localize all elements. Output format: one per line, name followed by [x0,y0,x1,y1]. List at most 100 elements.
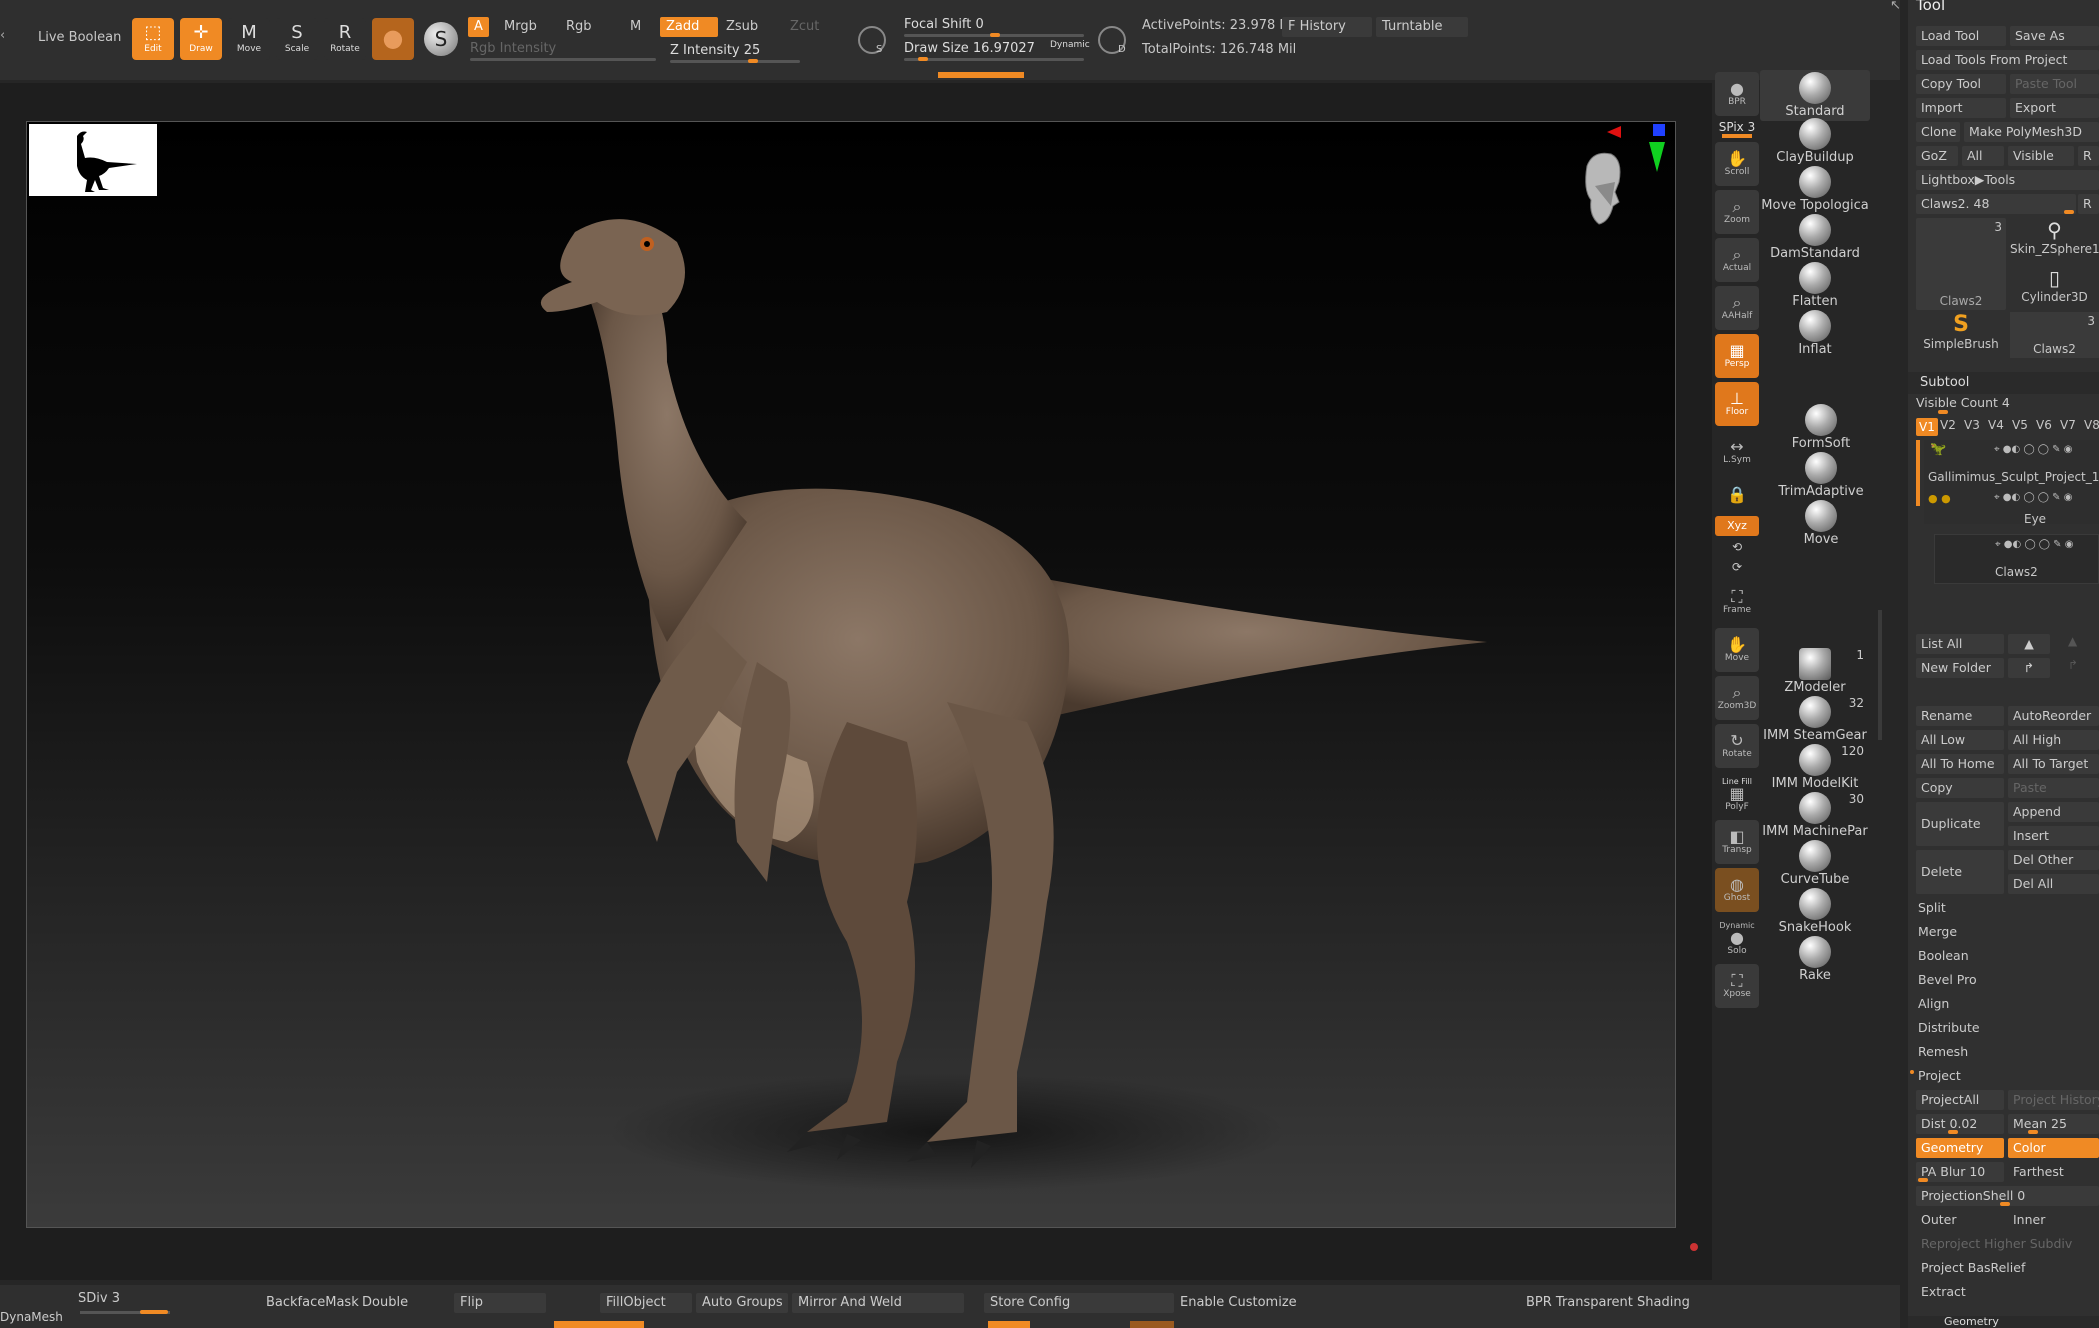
import-button[interactable]: Import [1916,98,2006,118]
append-button[interactable]: Append [2008,802,2099,822]
move-down-icon[interactable]: ▲ [2068,634,2077,648]
rgb-intensity-slider[interactable]: Rgb Intensity [464,40,556,58]
material-button[interactable]: ● [372,18,414,60]
brush-flatten[interactable]: Flatten [1760,262,1870,309]
remesh-section[interactable]: Remesh [1918,1044,1968,1059]
copy-tool-button[interactable]: Copy Tool [1916,74,2006,94]
load-tools-from-project-button[interactable]: Load Tools From Project [1916,50,2099,70]
xyz-toggle[interactable]: Xyz [1715,516,1759,536]
brush-imm-modelkit[interactable]: 120 IMM ModelKit [1760,744,1870,791]
flip-button[interactable]: Flip [454,1293,546,1313]
version-v4[interactable]: V4 [1988,418,2004,432]
enable-customize-toggle[interactable]: Enable Customize [1180,1293,1297,1313]
version-v5[interactable]: V5 [2012,418,2028,432]
del-all-button[interactable]: Del All [2008,874,2099,894]
transp-button[interactable]: ◧ Transp [1715,820,1759,864]
zsub-toggle[interactable]: Zsub [720,17,764,37]
split-section[interactable]: Split [1918,900,1946,915]
subtool-section-header[interactable]: Subtool [1908,372,2099,394]
dist-knob[interactable] [1948,1130,1958,1134]
brush-imm-steamgear[interactable]: 32 IMM SteamGear [1760,696,1870,743]
brush-zmodeler[interactable]: 1 ZModeler [1760,648,1870,695]
sdiv-slider[interactable]: SDiv 3 [78,1289,120,1309]
brush-curvetube[interactable]: CurveTube [1760,840,1870,887]
goz-button[interactable]: GoZ [1916,146,1958,166]
version-v3[interactable]: V3 [1964,418,1980,432]
move-up-button[interactable]: ▲ [2008,634,2050,654]
zadd-toggle[interactable]: Zadd [660,17,718,37]
xpose-button[interactable]: ⛶ Xpose [1715,964,1759,1008]
focal-shift-knob[interactable] [990,33,1000,37]
bpr-button[interactable]: ● BPR [1715,72,1759,116]
align-section[interactable]: Align [1918,996,1949,1011]
distribute-section[interactable]: Distribute [1918,1020,1980,1035]
dynamic-label[interactable]: Dynamic [1050,40,1090,50]
focal-shift-slider[interactable]: Focal Shift 0 [898,16,984,34]
actual-button[interactable]: ⌕ Actual [1715,238,1759,282]
projectall-button[interactable]: ProjectAll [1916,1090,2004,1110]
clone-button[interactable]: Clone [1916,122,1960,142]
projection-shell-knob[interactable] [2000,1202,2010,1206]
list-all-button[interactable]: List All [1916,634,2004,654]
a-toggle[interactable]: A [468,17,489,37]
zoom-button[interactable]: ⌕ Zoom [1715,190,1759,234]
draw-button[interactable]: ✛ Draw [180,18,222,60]
draw-size-knob[interactable] [918,57,928,61]
ghost-button[interactable]: ◍ Ghost [1715,868,1759,912]
scroll-button[interactable]: ✋ Scroll [1715,142,1759,186]
all-low-button[interactable]: All Low [1916,730,2004,750]
brush-move[interactable]: Move [1766,500,1876,547]
visible-count-slider[interactable]: Visible Count 4 [1916,393,2010,413]
tool-thumb-simplebrush[interactable]: S SimpleBrush [1916,312,2006,358]
mean-knob[interactable] [2028,1130,2038,1134]
folder-action-button[interactable]: ↱ [2008,658,2050,678]
pa-blur-slider[interactable]: PA Blur 10 [1916,1162,2004,1182]
z-intensity-knob[interactable] [748,59,758,63]
rename-button[interactable]: Rename [1916,706,2004,726]
load-tool-button[interactable]: Load Tool [1916,26,2006,46]
version-v6[interactable]: V6 [2036,418,2052,432]
rotate-z-icon[interactable]: ⟳ [1712,560,1762,580]
viewport[interactable] [0,83,1712,1280]
tool-thumb-claws2-b[interactable]: 3 Claws2 [2010,312,2099,358]
paste-tool-button[interactable]: Paste Tool [2010,74,2099,94]
autoreorder-button[interactable]: AutoReorder [2008,706,2099,726]
copy-subtool-button[interactable]: Copy [1916,778,2004,798]
all-to-home-button[interactable]: All To Home [1916,754,2004,774]
brush-damstandard[interactable]: DamStandard [1760,214,1870,261]
tool-thumb-claws2[interactable]: 3 Claws2 [1916,218,2006,310]
lsym-button[interactable]: ↔ L.Sym [1715,430,1759,474]
dinosaur-model[interactable] [27,122,1677,1229]
zoom3d-button[interactable]: ⌕ Zoom3D [1715,676,1759,720]
rotate-view-button[interactable]: ↻ Rotate [1715,724,1759,768]
collapse-arrow-icon[interactable]: ↖ [1890,0,1901,13]
sdiv-knob[interactable] [140,1310,168,1314]
brush-snakehook[interactable]: SnakeHook [1760,888,1870,935]
persp-button[interactable]: ▦ Persp [1715,334,1759,378]
polyf-button[interactable]: Line Fill ▦ PolyF [1715,772,1759,816]
stroke-icon[interactable]: S [424,22,458,56]
folder-back-icon[interactable]: ↱ [2068,658,2078,672]
brush-shelf-scrollbar[interactable] [1878,610,1882,740]
dist-slider[interactable]: Dist 0.02 [1916,1114,2004,1134]
merge-section[interactable]: Merge [1918,924,1957,939]
geometry-section-header[interactable]: Geometry [1908,1316,2099,1328]
tool-thumb-cylinder3d[interactable]: ▯ Cylinder3D [2010,266,2099,312]
goz-all-button[interactable]: All [1962,146,2004,166]
fillobject-button[interactable]: FillObject [600,1293,692,1313]
new-folder-button[interactable]: New Folder [1916,658,2004,678]
version-v1[interactable]: V1 [1916,418,1938,436]
document-canvas[interactable] [26,121,1676,1228]
lock-button[interactable]: 🔒 [1715,478,1759,512]
live-boolean-toggle[interactable]: Live Boolean [38,30,121,45]
goz-visible-button[interactable]: Visible [2008,146,2074,166]
store-config-button[interactable]: Store Config [984,1293,1174,1313]
subtool-toggles-icon[interactable]: ⌖ ●◐ ◯ ◯ ✎ ◉ [1994,492,2072,503]
lightbox-tools-button[interactable]: Lightbox▶Tools [1916,170,2099,190]
zcut-toggle[interactable]: Zcut [784,17,825,37]
aahalf-button[interactable]: ⌕ AAHalf [1715,286,1759,330]
tool-thumb-skin-zsphere[interactable]: ⚲ Skin_ZSphere1 [2010,218,2099,264]
pa-blur-knob[interactable] [1918,1178,1928,1182]
brush-move-topological[interactable]: Move Topologica [1760,166,1870,213]
rotate-button[interactable]: R Rotate [324,18,366,60]
